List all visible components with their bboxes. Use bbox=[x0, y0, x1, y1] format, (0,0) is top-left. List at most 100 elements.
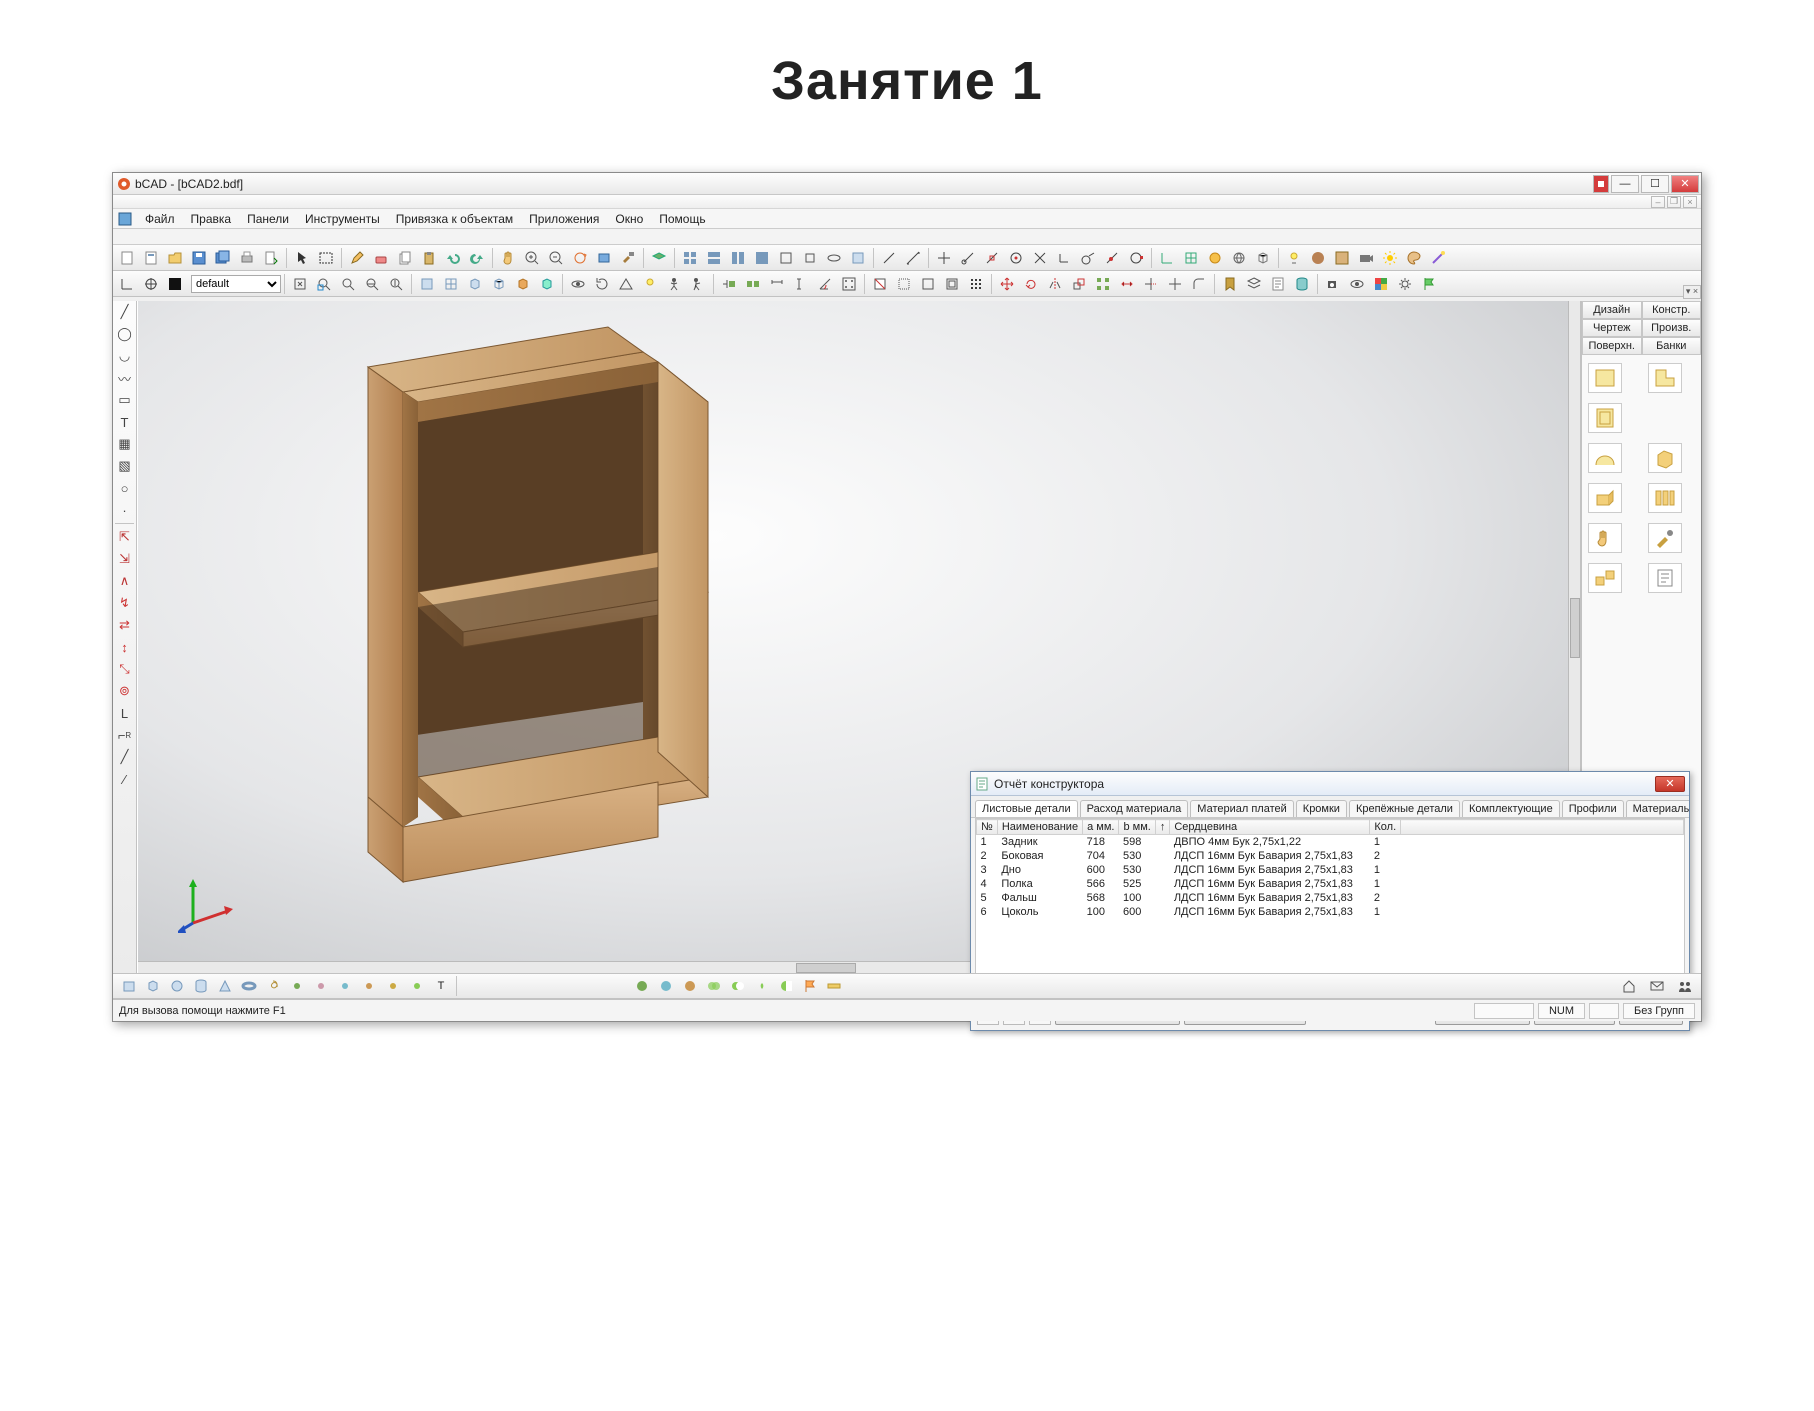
menu-apps[interactable]: Приложения bbox=[521, 212, 607, 226]
hammer-icon[interactable] bbox=[617, 247, 639, 269]
tab-materials[interactable]: Материалы и bbox=[1626, 800, 1689, 817]
table-row[interactable]: 6Цоколь100600ЛДСП 16мм Бук Бавария 2,75х… bbox=[977, 905, 1684, 919]
b-cyl-icon[interactable] bbox=[190, 975, 212, 997]
dim1-icon[interactable] bbox=[766, 273, 788, 295]
section-icon[interactable] bbox=[869, 273, 891, 295]
crosshair-icon[interactable] bbox=[933, 247, 955, 269]
b-sph1-icon[interactable] bbox=[631, 975, 653, 997]
b-g4-icon[interactable] bbox=[358, 975, 380, 997]
view-iso-icon[interactable] bbox=[847, 247, 869, 269]
users-icon[interactable] bbox=[1674, 975, 1696, 997]
menu-edit[interactable]: Правка bbox=[183, 212, 240, 226]
view-front-icon[interactable] bbox=[775, 247, 797, 269]
dialog-close-button[interactable]: ✕ bbox=[1655, 776, 1685, 792]
menu-snap[interactable]: Привязка к объектам bbox=[388, 212, 521, 226]
border2-icon[interactable] bbox=[917, 273, 939, 295]
text-tool-icon[interactable]: T bbox=[113, 411, 136, 433]
cube-view4-icon[interactable] bbox=[488, 273, 510, 295]
paste-icon[interactable] bbox=[418, 247, 440, 269]
dots-icon[interactable] bbox=[965, 273, 987, 295]
table-row[interactable]: 5Фальш568100ЛДСП 16мм Бук Бавария 2,75х1… bbox=[977, 891, 1684, 905]
b-g2-icon[interactable] bbox=[310, 975, 332, 997]
tab-material-usage[interactable]: Расход материала bbox=[1080, 800, 1189, 817]
print-icon[interactable] bbox=[236, 247, 258, 269]
b-sub-icon[interactable] bbox=[727, 975, 749, 997]
eraser-icon[interactable] bbox=[370, 247, 392, 269]
new2-icon[interactable] bbox=[140, 247, 162, 269]
align1-icon[interactable] bbox=[718, 273, 740, 295]
import-icon[interactable] bbox=[260, 247, 282, 269]
grid2-icon[interactable] bbox=[703, 247, 725, 269]
report-icon[interactable] bbox=[1267, 273, 1289, 295]
flag-icon[interactable] bbox=[1418, 273, 1440, 295]
rp-assembly-icon[interactable] bbox=[1588, 563, 1622, 593]
move-icon[interactable] bbox=[996, 273, 1018, 295]
b-sph3-icon[interactable] bbox=[679, 975, 701, 997]
menu-window[interactable]: Окно bbox=[607, 212, 651, 226]
line-icon[interactable] bbox=[878, 247, 900, 269]
cam-icon[interactable] bbox=[1322, 273, 1344, 295]
measure-icon[interactable] bbox=[902, 247, 924, 269]
rp-tab-surface[interactable]: Поверхн. bbox=[1582, 337, 1642, 355]
redo-icon[interactable] bbox=[466, 247, 488, 269]
db-icon[interactable] bbox=[1291, 273, 1313, 295]
b-sph2-icon[interactable] bbox=[655, 975, 677, 997]
save-icon[interactable] bbox=[188, 247, 210, 269]
pan-hand-icon[interactable] bbox=[497, 247, 519, 269]
cube-edge-icon[interactable] bbox=[536, 273, 558, 295]
b-torus-icon[interactable] bbox=[238, 975, 260, 997]
table-row[interactable]: 1Задник718598ДВПО 4мм Бук 2,75х1,221 bbox=[977, 835, 1684, 849]
grid-icon[interactable] bbox=[1180, 247, 1202, 269]
menu-file[interactable]: Файл bbox=[137, 212, 183, 226]
camera-icon[interactable] bbox=[1355, 247, 1377, 269]
red4-icon[interactable]: ⤡ bbox=[113, 658, 136, 680]
mdi-minimize-icon[interactable]: – bbox=[1651, 196, 1665, 208]
b-cube-icon[interactable] bbox=[142, 975, 164, 997]
dim-a-icon[interactable]: ⇱ bbox=[113, 526, 136, 548]
texture-icon[interactable] bbox=[1331, 247, 1353, 269]
report-table[interactable]: № Наименование a мм. b мм. ↑ Сердцевина … bbox=[975, 818, 1685, 998]
grid4-icon[interactable] bbox=[751, 247, 773, 269]
zoom-prev-icon[interactable] bbox=[361, 273, 383, 295]
rp-tools-icon[interactable] bbox=[1648, 523, 1682, 553]
shade-icon[interactable] bbox=[1204, 247, 1226, 269]
layer-icon[interactable] bbox=[648, 247, 670, 269]
tab-edges[interactable]: Кромки bbox=[1296, 800, 1347, 817]
rp-tab-drawing[interactable]: Чертеж bbox=[1582, 319, 1642, 337]
color-swatch-icon[interactable] bbox=[164, 273, 186, 295]
light-icon[interactable] bbox=[1283, 247, 1305, 269]
scale-icon[interactable] bbox=[1068, 273, 1090, 295]
red1-icon[interactable]: ↯ bbox=[113, 592, 136, 614]
col-num[interactable]: № bbox=[977, 820, 998, 835]
sun-icon[interactable] bbox=[1379, 247, 1401, 269]
red2-icon[interactable]: ⇄ bbox=[113, 614, 136, 636]
color-icon[interactable] bbox=[1370, 273, 1392, 295]
view-top-icon[interactable] bbox=[823, 247, 845, 269]
wand-icon[interactable] bbox=[1427, 247, 1449, 269]
grid1-icon[interactable] bbox=[679, 247, 701, 269]
rotate-view-icon[interactable] bbox=[569, 247, 591, 269]
rp-tab-design[interactable]: Дизайн bbox=[1582, 301, 1642, 319]
tab-sheet-parts[interactable]: Листовые детали bbox=[975, 800, 1078, 817]
cube-icon[interactable] bbox=[1252, 247, 1274, 269]
gear-icon[interactable] bbox=[1394, 273, 1416, 295]
lastA-icon[interactable]: ╱ bbox=[113, 746, 136, 768]
arc-tool-icon[interactable]: ◡ bbox=[113, 345, 136, 367]
col-b[interactable]: b мм. bbox=[1119, 820, 1155, 835]
light-tool-icon[interactable] bbox=[639, 273, 661, 295]
cube-view1-icon[interactable] bbox=[416, 273, 438, 295]
snapgrid-icon[interactable] bbox=[838, 273, 860, 295]
rotate-icon[interactable] bbox=[1020, 273, 1042, 295]
b-g1-icon[interactable] bbox=[286, 975, 308, 997]
col-core[interactable]: Сердцевина bbox=[1170, 820, 1370, 835]
menu-help[interactable]: Помощь bbox=[651, 212, 713, 226]
walk-icon[interactable] bbox=[663, 273, 685, 295]
edge-r-icon[interactable]: ⌐R bbox=[113, 724, 136, 746]
zoom-in-icon[interactable] bbox=[521, 247, 543, 269]
tab-components[interactable]: Комплектующие bbox=[1462, 800, 1560, 817]
persp-icon[interactable] bbox=[615, 273, 637, 295]
rp-tab-banks[interactable]: Банки bbox=[1642, 337, 1702, 355]
rp-lshape-icon[interactable] bbox=[1648, 363, 1682, 393]
stretch-icon[interactable] bbox=[1116, 273, 1138, 295]
col-name[interactable]: Наименование bbox=[997, 820, 1082, 835]
